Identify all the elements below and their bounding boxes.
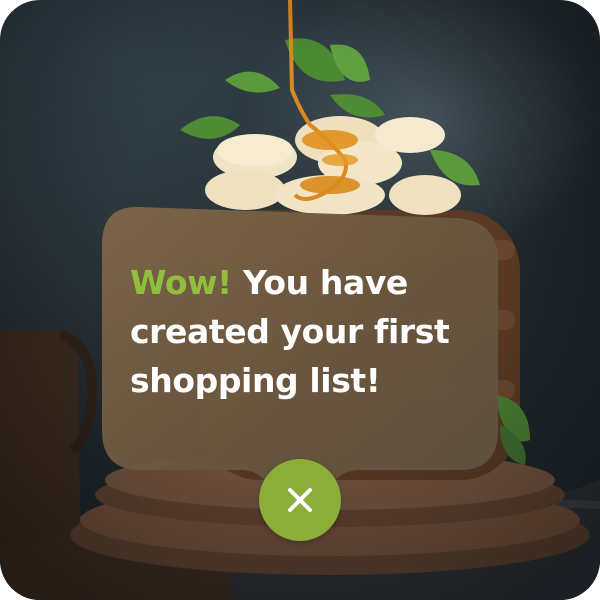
highlight-text: Wow! [130,263,232,302]
close-button[interactable] [259,459,341,541]
success-message: Wow! You have created your first shoppin… [130,258,480,405]
onboarding-card: Wow! You have created your first shoppin… [0,0,600,600]
close-icon [288,488,312,512]
